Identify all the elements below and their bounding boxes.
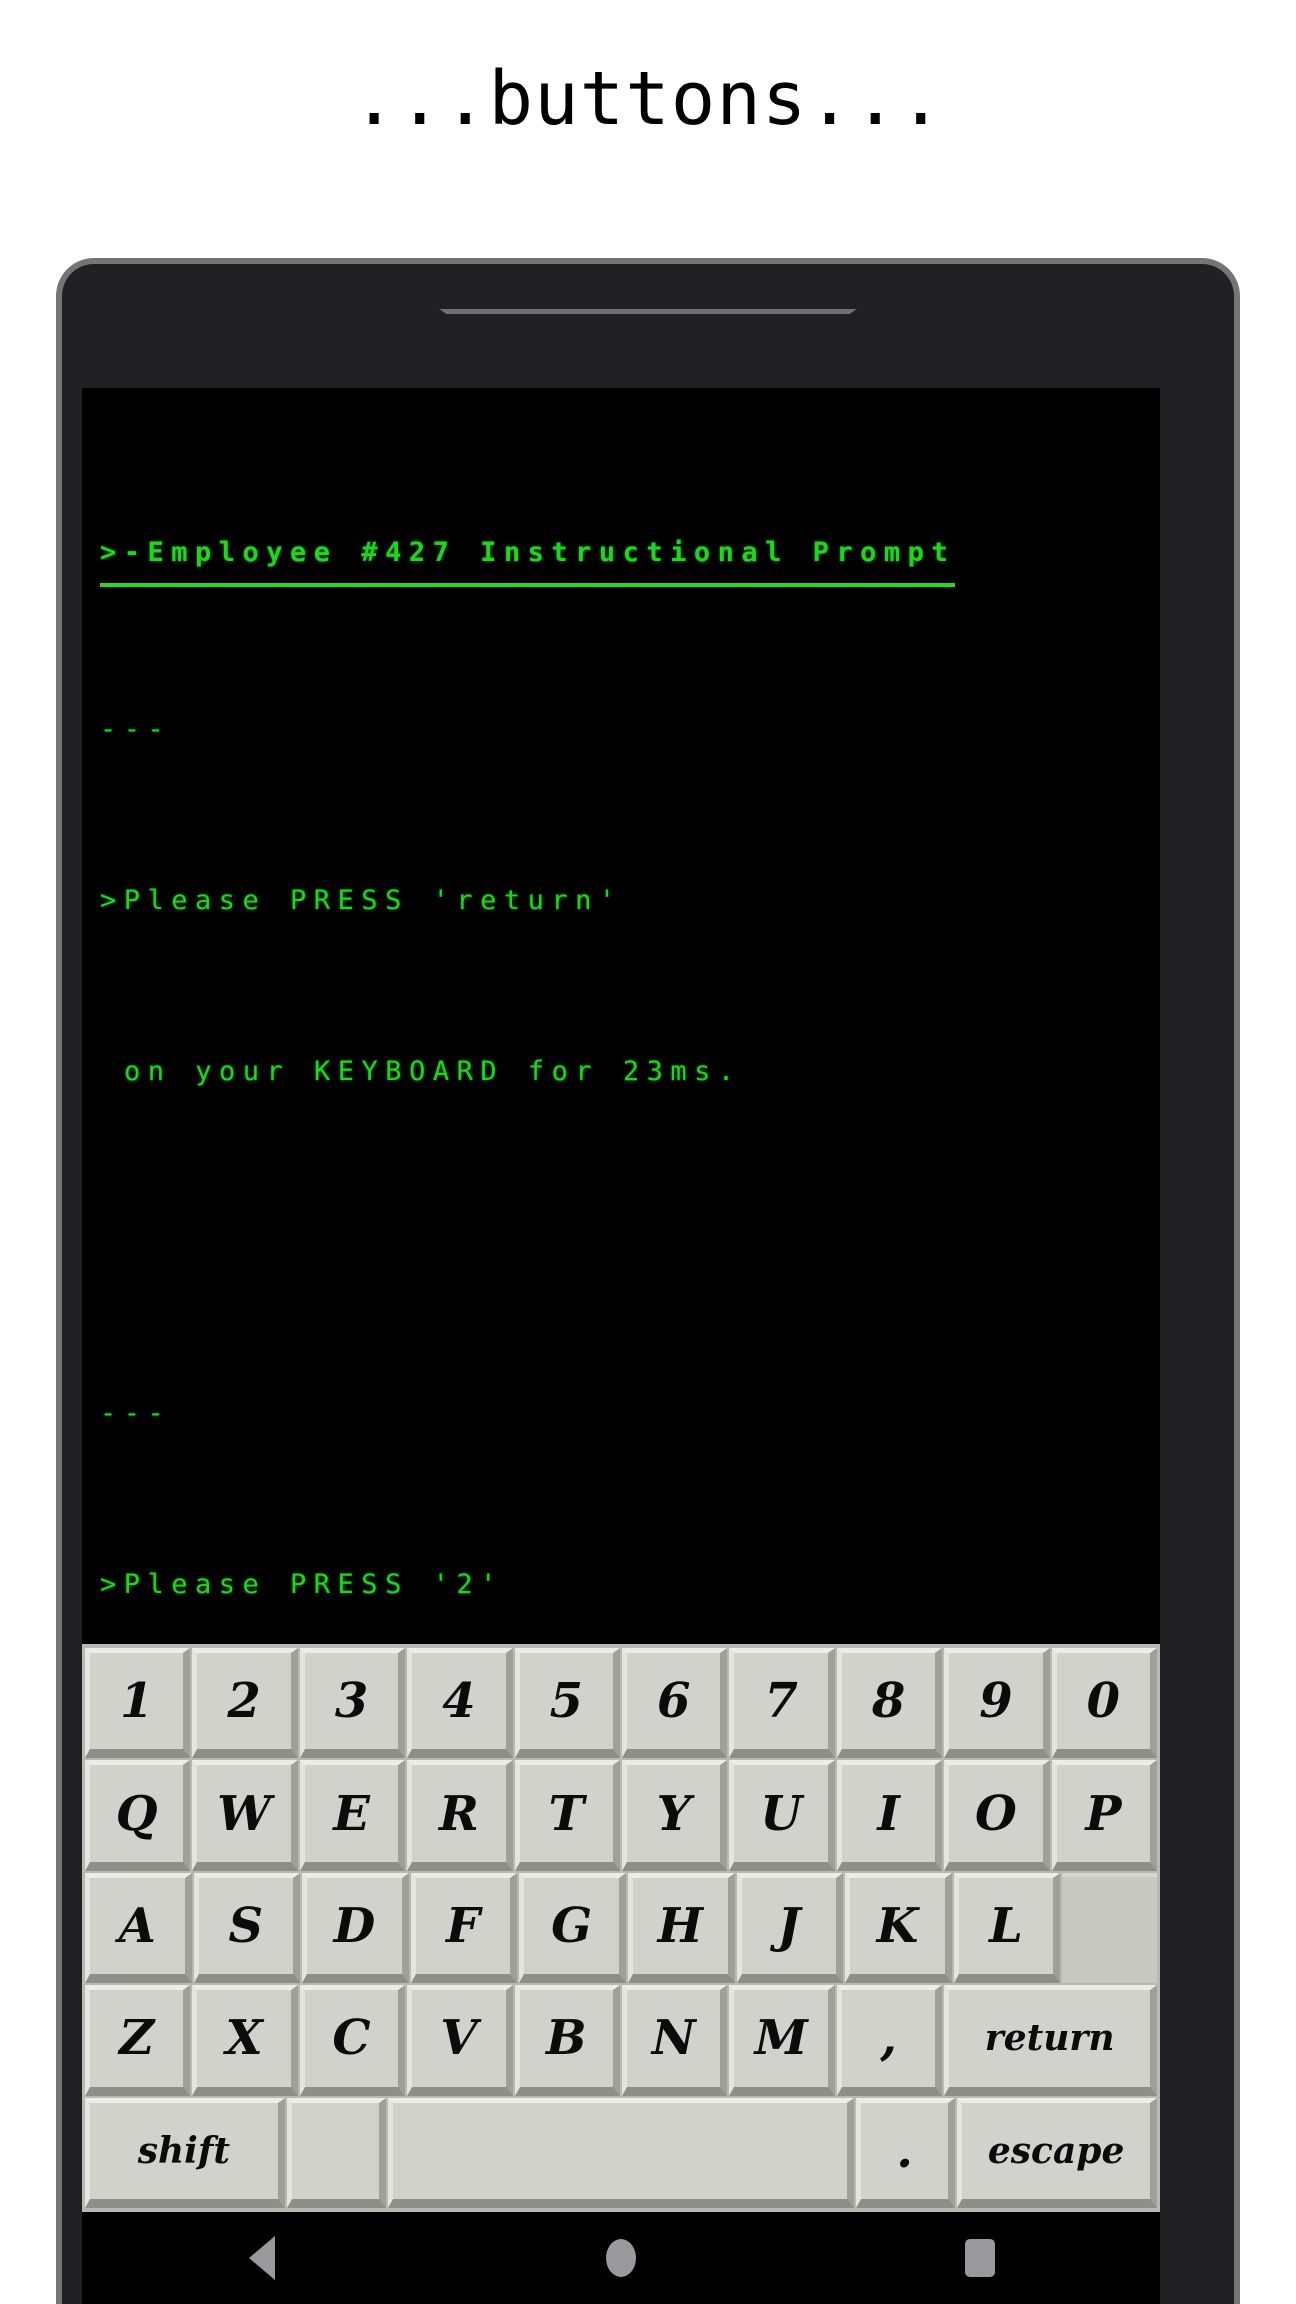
- terminal-rule-1: ---: [100, 714, 172, 745]
- key-x[interactable]: X: [192, 1985, 298, 2096]
- key-a[interactable]: A: [85, 1872, 192, 1984]
- key-4[interactable]: 4: [407, 1648, 513, 1759]
- key-e[interactable]: E: [299, 1760, 406, 1871]
- terminal-output: >-Employee #427 Instructional Prompt ---…: [82, 388, 1160, 2113]
- key-c[interactable]: C: [299, 1985, 406, 2096]
- key-q[interactable]: Q: [85, 1760, 191, 1871]
- key-6[interactable]: 6: [622, 1648, 728, 1759]
- key-8[interactable]: 8: [836, 1648, 943, 1759]
- key-w[interactable]: W: [192, 1760, 298, 1871]
- key-space[interactable]: [388, 2097, 854, 2209]
- terminal-rule-2: ---: [100, 1398, 172, 1429]
- key-u[interactable]: U: [729, 1760, 835, 1871]
- key-v[interactable]: V: [407, 1985, 513, 2096]
- key-k[interactable]: K: [845, 1872, 952, 1984]
- terminal-instruction-1-line2: on your KEYBOARD for 23ms.: [124, 1056, 742, 1087]
- nav-recents-button[interactable]: [920, 2212, 1040, 2304]
- back-icon: [248, 2236, 275, 2280]
- key-5[interactable]: 5: [514, 1648, 621, 1759]
- key-h[interactable]: H: [627, 1872, 735, 1984]
- on-screen-keyboard[interactable]: 1 2 3 4 5 6 7 8 9 0 Q W E R T Y U I O P …: [82, 1644, 1160, 2212]
- key-y[interactable]: Y: [622, 1760, 728, 1871]
- key-0[interactable]: 0: [1051, 1648, 1158, 1759]
- key-n[interactable]: N: [622, 1985, 728, 2096]
- terminal-header-line: >-Employee #427 Instructional Prompt: [100, 524, 1142, 587]
- terminal-spacer-1: [100, 1214, 1142, 1271]
- keyboard-row-home: A S D F G H J K L: [85, 1872, 1157, 1984]
- key-1[interactable]: 1: [85, 1648, 191, 1759]
- key-o[interactable]: O: [944, 1760, 1050, 1871]
- key-d[interactable]: D: [302, 1872, 409, 1984]
- key-m[interactable]: M: [729, 1985, 835, 2096]
- key-7[interactable]: 7: [729, 1648, 835, 1759]
- key-i[interactable]: I: [836, 1760, 943, 1871]
- keyboard-row-qwerty: Q W E R T Y U I O P: [85, 1760, 1158, 1871]
- nav-back-button[interactable]: [202, 2212, 322, 2304]
- key-blank[interactable]: [286, 2097, 386, 2209]
- key-z[interactable]: Z: [85, 1985, 191, 2096]
- key-return[interactable]: return: [944, 1985, 1158, 2096]
- key-r[interactable]: R: [407, 1760, 513, 1871]
- home-icon: [605, 2239, 636, 2277]
- key-shift[interactable]: shift: [85, 2097, 285, 2209]
- key-l[interactable]: L: [953, 1872, 1061, 1984]
- keyboard-row-modifiers: shift . escape: [85, 2097, 1157, 2209]
- terminal-header-text: >-Employee #427 Instructional Prompt: [100, 524, 956, 587]
- key-2[interactable]: 2: [192, 1648, 298, 1759]
- keyboard-row-zxcv: Z X C V B N M , return: [85, 1985, 1158, 2096]
- key-period[interactable]: .: [855, 2097, 956, 2209]
- terminal-instruction-2-line1: >Please PRESS '2': [100, 1569, 504, 1600]
- phone-notch: [368, 264, 928, 314]
- keyboard-row-number: 1 2 3 4 5 6 7 8 9 0: [85, 1648, 1158, 1759]
- key-j[interactable]: J: [736, 1872, 844, 1984]
- android-nav-bar: [82, 2212, 1160, 2304]
- key-t[interactable]: T: [514, 1760, 621, 1871]
- key-f[interactable]: F: [410, 1872, 518, 1984]
- key-3[interactable]: 3: [299, 1648, 406, 1759]
- key-filler-home-row: [1062, 1872, 1157, 1984]
- phone-frame: >-Employee #427 Instructional Prompt ---…: [56, 258, 1240, 2304]
- app-screen: >-Employee #427 Instructional Prompt ---…: [82, 388, 1160, 2212]
- key-b[interactable]: B: [514, 1985, 621, 2096]
- nav-home-button[interactable]: [561, 2212, 681, 2304]
- key-g[interactable]: G: [519, 1872, 626, 1984]
- recents-icon: [965, 2239, 996, 2277]
- terminal-instruction-1-line1: >Please PRESS 'return': [100, 885, 623, 916]
- key-comma[interactable]: ,: [836, 1985, 943, 2096]
- key-escape[interactable]: escape: [957, 2097, 1157, 2209]
- page-title: ...buttons...: [351, 56, 945, 142]
- key-p[interactable]: P: [1051, 1760, 1158, 1871]
- key-s[interactable]: S: [193, 1872, 301, 1984]
- key-9[interactable]: 9: [944, 1648, 1050, 1759]
